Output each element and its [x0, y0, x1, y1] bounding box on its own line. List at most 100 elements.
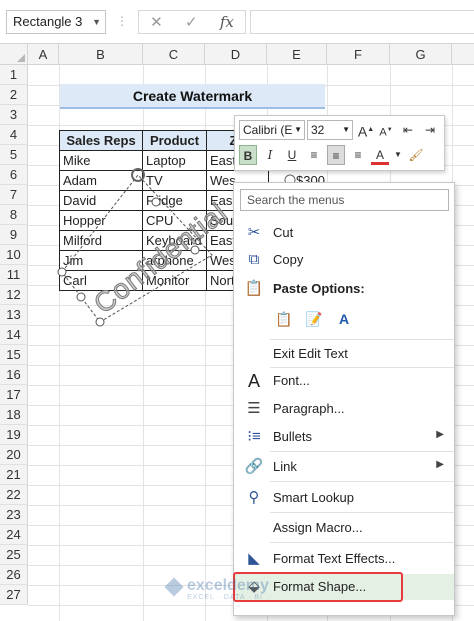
row-header-2[interactable]: 2 [0, 85, 28, 105]
column-header-e[interactable]: E [267, 44, 327, 65]
enter-icon[interactable]: ✓ [185, 13, 198, 31]
align-left-icon[interactable]: ≡ [305, 145, 323, 165]
row-header-27[interactable]: 27 [0, 585, 28, 605]
row-header-15[interactable]: 15 [0, 345, 28, 365]
font-icon: A [247, 371, 260, 391]
formula-bar: Rectangle 3 ▼ ⋮ ✕ ✓ fx [0, 0, 474, 44]
menu-item-paragraph[interactable]: ☰ Paragraph... [234, 396, 454, 422]
row-header-24[interactable]: 24 [0, 525, 28, 545]
name-box[interactable]: Rectangle 3 ▼ [6, 10, 106, 34]
logo-text: exceldemy [187, 577, 269, 594]
row-header-1[interactable]: 1 [0, 65, 28, 85]
row-header-4[interactable]: 4 [0, 125, 28, 145]
menu-item-smart-lookup[interactable]: ⚲ Smart Lookup [234, 485, 454, 511]
menu-item-bullets[interactable]: ⁝≡ Bullets ▶ [234, 424, 454, 450]
drag-handle-icon[interactable]: ⋮ [116, 14, 128, 28]
cancel-icon[interactable]: ✕ [150, 13, 163, 31]
paste-keep-source-icon[interactable]: 📋 [272, 305, 296, 331]
product-cell[interactable]: Laptop [142, 150, 207, 171]
menu-separator [270, 451, 454, 452]
row-header-8[interactable]: 8 [0, 205, 28, 225]
row-header-12[interactable]: 12 [0, 285, 28, 305]
copy-icon: ⧉ [248, 251, 260, 268]
row-header-19[interactable]: 19 [0, 425, 28, 445]
menu-item-exit-edit-text[interactable]: Exit Edit Text [234, 341, 454, 367]
shrink-font-icon[interactable]: A▼ [377, 120, 395, 140]
paste-merge-format-icon[interactable]: 📝 [302, 305, 326, 331]
row-header-20[interactable]: 20 [0, 445, 28, 465]
mini-toolbar: Calibri (E ▼ 32 ▼ A▲ A▼ ⇤ ⇥ B I U ≡ ≡ ≡ A … [234, 115, 445, 171]
row-header-10[interactable]: 10 [0, 245, 28, 265]
select-all-button[interactable] [0, 44, 28, 65]
column-header-c[interactable]: C [143, 44, 205, 65]
menu-label: Smart Lookup [273, 490, 354, 505]
column-header-f[interactable]: F [327, 44, 390, 65]
header-sales-reps[interactable]: Sales Reps [59, 130, 143, 151]
row-header-11[interactable]: 11 [0, 265, 28, 285]
row-header-13[interactable]: 13 [0, 305, 28, 325]
paste-text-only-icon[interactable]: A [332, 305, 356, 331]
menu-label: Exit Edit Text [273, 346, 348, 361]
row-header-18[interactable]: 18 [0, 405, 28, 425]
font-size-box[interactable]: 32 ▼ [307, 120, 353, 140]
font-color-button[interactable]: A [371, 145, 389, 165]
text-effects-icon: ◣ [248, 550, 260, 567]
product-cell[interactable]: Fridge [142, 190, 207, 211]
decrease-indent-icon[interactable]: ⇤ [399, 120, 417, 140]
row-header-17[interactable]: 17 [0, 385, 28, 405]
header-product[interactable]: Product [142, 130, 207, 151]
chevron-down-icon[interactable]: ▼ [294, 121, 302, 139]
format-painter-icon[interactable]: 🖌 [407, 145, 425, 165]
column-header-h[interactable] [452, 44, 474, 65]
chevron-down-icon[interactable]: ▼ [389, 145, 407, 165]
row-header-5[interactable]: 5 [0, 145, 28, 165]
row-header-14[interactable]: 14 [0, 325, 28, 345]
increase-indent-icon[interactable]: ⇥ [421, 120, 439, 140]
grow-font-icon[interactable]: A▲ [357, 120, 375, 140]
chevron-down-icon[interactable]: ▼ [92, 11, 101, 33]
row-header-6[interactable]: 6 [0, 165, 28, 185]
row-header-16[interactable]: 16 [0, 365, 28, 385]
menu-item-cut[interactable]: ✂ Cut [234, 220, 454, 246]
submenu-arrow-icon: ▶ [436, 429, 444, 440]
rep-cell[interactable]: Mike [59, 150, 143, 171]
rep-cell[interactable]: Adam [59, 170, 143, 191]
font-size: 32 [311, 123, 325, 137]
row-header-26[interactable]: 26 [0, 565, 28, 585]
font-name-box[interactable]: Calibri (E ▼ [239, 120, 305, 140]
menu-separator [270, 481, 454, 482]
row-header-7[interactable]: 7 [0, 185, 28, 205]
row-header-22[interactable]: 22 [0, 485, 28, 505]
align-right-icon[interactable]: ≡ [349, 145, 367, 165]
bold-button[interactable]: B [239, 145, 257, 165]
column-header-g[interactable]: G [390, 44, 452, 65]
column-header-a[interactable]: A [28, 44, 59, 65]
column-header-d[interactable]: D [205, 44, 267, 65]
menu-label: Format Text Effects... [273, 551, 396, 566]
menu-search-input[interactable]: Search the menus [240, 189, 449, 211]
menu-item-format-text-effects[interactable]: ◣ Format Text Effects... [234, 546, 454, 572]
row-header-25[interactable]: 25 [0, 545, 28, 565]
formula-input[interactable] [250, 10, 474, 34]
row-header-3[interactable]: 3 [0, 105, 28, 125]
insert-function-icon[interactable]: fx [220, 13, 234, 31]
chevron-down-icon[interactable]: ▼ [342, 121, 350, 139]
menu-separator [270, 339, 454, 340]
underline-button[interactable]: U [283, 145, 301, 165]
product-cell[interactable]: TV [142, 170, 207, 191]
rep-cell[interactable]: Milford [59, 230, 143, 251]
link-icon: 🔗 [244, 458, 264, 475]
row-header-23[interactable]: 23 [0, 505, 28, 525]
row-header-9[interactable]: 9 [0, 225, 28, 245]
row-header-21[interactable]: 21 [0, 465, 28, 485]
menu-item-copy[interactable]: ⧉ Copy [234, 247, 454, 273]
rep-cell[interactable]: Hopper [59, 210, 143, 231]
rep-cell[interactable]: David [59, 190, 143, 211]
align-center-icon[interactable]: ≡ [327, 145, 345, 165]
menu-item-link[interactable]: 🔗 Link ▶ [234, 454, 454, 480]
menu-item-font[interactable]: A Font... [234, 368, 454, 394]
italic-button[interactable]: I [261, 145, 279, 165]
column-header-b[interactable]: B [59, 44, 143, 65]
bullets-icon: ⁝≡ [247, 428, 261, 445]
menu-item-assign-macro[interactable]: Assign Macro... [234, 515, 454, 541]
